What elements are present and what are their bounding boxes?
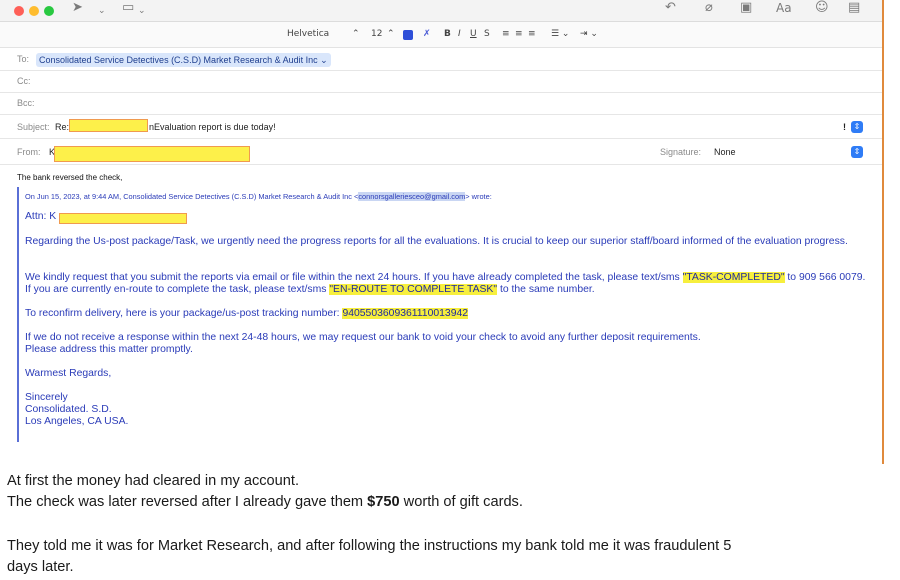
subject-label: Subject: (17, 122, 50, 132)
subject-row[interactable]: Subject: Re: nEvaluation report is due t… (0, 116, 882, 139)
post-line-1: At first the money had cleared in my acc… (7, 473, 300, 489)
font-select-chevron-icon[interactable]: ⌃ (352, 29, 360, 40)
subject-redaction (69, 119, 148, 132)
photo-icon[interactable]: ▣ (740, 1, 752, 15)
strikethrough-button[interactable]: S (484, 29, 490, 40)
list-button[interactable]: ☰ ⌄ (551, 29, 569, 40)
font-size-select[interactable]: 12 (371, 29, 382, 40)
subject-prefix: Re: (55, 122, 70, 132)
media-icon[interactable]: ▤ (848, 1, 860, 15)
paragraph-4: If we do not receive a response within t… (25, 332, 701, 355)
font-select[interactable]: Helvetica (287, 29, 329, 40)
reply-first-line: The bank reversed the check, (17, 173, 123, 182)
format-bar: Helvetica ⌃ 12 ⌃ ✗ B I U S ≡ ≡ ≡ ☰ ⌄ ⇥ ⌄ (0, 22, 882, 48)
align-center-button[interactable]: ≡ (515, 29, 523, 40)
priority-indicator: ! (843, 122, 846, 132)
reply-icon[interactable]: ↶ (665, 1, 676, 15)
sender-email-link[interactable]: connorsgalleriesceo@gmail.com (358, 192, 466, 201)
from-label: From: (17, 147, 41, 157)
italic-button[interactable]: I (458, 29, 461, 40)
recipient-chip[interactable]: Consolidated Service Detectives (C.S.D) … (36, 53, 331, 67)
from-redaction (54, 146, 250, 162)
attn-redaction (59, 213, 187, 224)
signature-select[interactable]: None (714, 140, 736, 164)
signature-chevron-icon[interactable]: ⇕ (851, 146, 863, 158)
send-icon[interactable]: ➤ (72, 1, 83, 15)
to-row: To: Consolidated Service Detectives (C.S… (0, 49, 882, 71)
attn-line: Attn: K (25, 211, 867, 224)
text-color-swatch[interactable] (403, 30, 413, 40)
font-icon[interactable]: Aa (776, 1, 792, 15)
en-route-highlight: "EN-ROUTE TO COMPLETE TASK" (329, 284, 498, 295)
window-toolbar: ➤ ⌄ ▭ ⌄ ↶ ⌀ ▣ Aa ☺ ▤ (0, 0, 882, 22)
paragraph-1: Regarding the Us-post package/Task, we u… (25, 236, 848, 247)
highlight-icon[interactable]: ✗ (423, 29, 431, 40)
minimize-window-button[interactable] (29, 6, 39, 16)
recipient-name: Consolidated Service Detectives (C.S.D) … (39, 55, 318, 65)
bcc-row[interactable]: Bcc: (0, 93, 882, 115)
emoji-icon[interactable]: ☺ (815, 1, 829, 15)
underline-button[interactable]: U (470, 29, 477, 40)
chevron-down-icon[interactable]: ⌄ (320, 55, 328, 65)
align-left-button[interactable]: ≡ (502, 29, 510, 40)
closing-regards: Warmest Regards, (25, 368, 112, 379)
align-right-button[interactable]: ≡ (528, 29, 536, 40)
from-row: From: K Signature: None ⇕ (0, 140, 882, 165)
bcc-label: Bcc: (17, 98, 35, 108)
amount-bold: $750 (367, 494, 400, 510)
tracking-number: 9405503609361110013942 (342, 308, 469, 319)
font-size-chevron-icon[interactable]: ⌃ (387, 29, 395, 40)
task-completed-highlight: "TASK-COMPLETED" (682, 272, 785, 283)
quoted-message: On Jun 15, 2023, at 9:44 AM, Consolidate… (17, 187, 877, 442)
signature-block: Sincerely Consolidated. S.D. Los Angeles… (25, 392, 129, 427)
paragraph-3: To reconfirm delivery, here is your pack… (25, 308, 469, 319)
indent-button[interactable]: ⇥ ⌄ (580, 29, 598, 40)
cc-row[interactable]: Cc: (0, 71, 882, 93)
header-fields-icon[interactable]: ▭ (122, 1, 134, 15)
post-line-2: The check was later reversed after I alr… (7, 494, 523, 510)
post-line-4: days later. (7, 559, 74, 575)
mail-compose-window: ➤ ⌄ ▭ ⌄ ↶ ⌀ ▣ Aa ☺ ▤ Helvetica ⌃ 12 ⌃ ✗ … (0, 0, 884, 464)
chevron-down-icon[interactable]: ⌄ (138, 4, 146, 18)
cc-label: Cc: (17, 76, 31, 86)
priority-chevron-icon[interactable]: ⇕ (851, 121, 863, 133)
paragraph-2: We kindly request that you submit the re… (25, 272, 866, 295)
zoom-window-button[interactable] (44, 6, 54, 16)
to-label: To: (17, 54, 30, 64)
close-window-button[interactable] (14, 6, 24, 16)
attachment-icon[interactable]: ⌀ (705, 1, 713, 15)
bold-button[interactable]: B (444, 29, 451, 40)
subject-text[interactable]: nEvaluation report is due today! (149, 116, 276, 138)
chevron-down-icon[interactable]: ⌄ (98, 4, 106, 18)
signature-label: Signature: (660, 147, 702, 157)
quote-header: On Jun 15, 2023, at 9:44 AM, Consolidate… (25, 192, 492, 201)
post-line-3: They told me it was for Market Research,… (7, 538, 732, 554)
